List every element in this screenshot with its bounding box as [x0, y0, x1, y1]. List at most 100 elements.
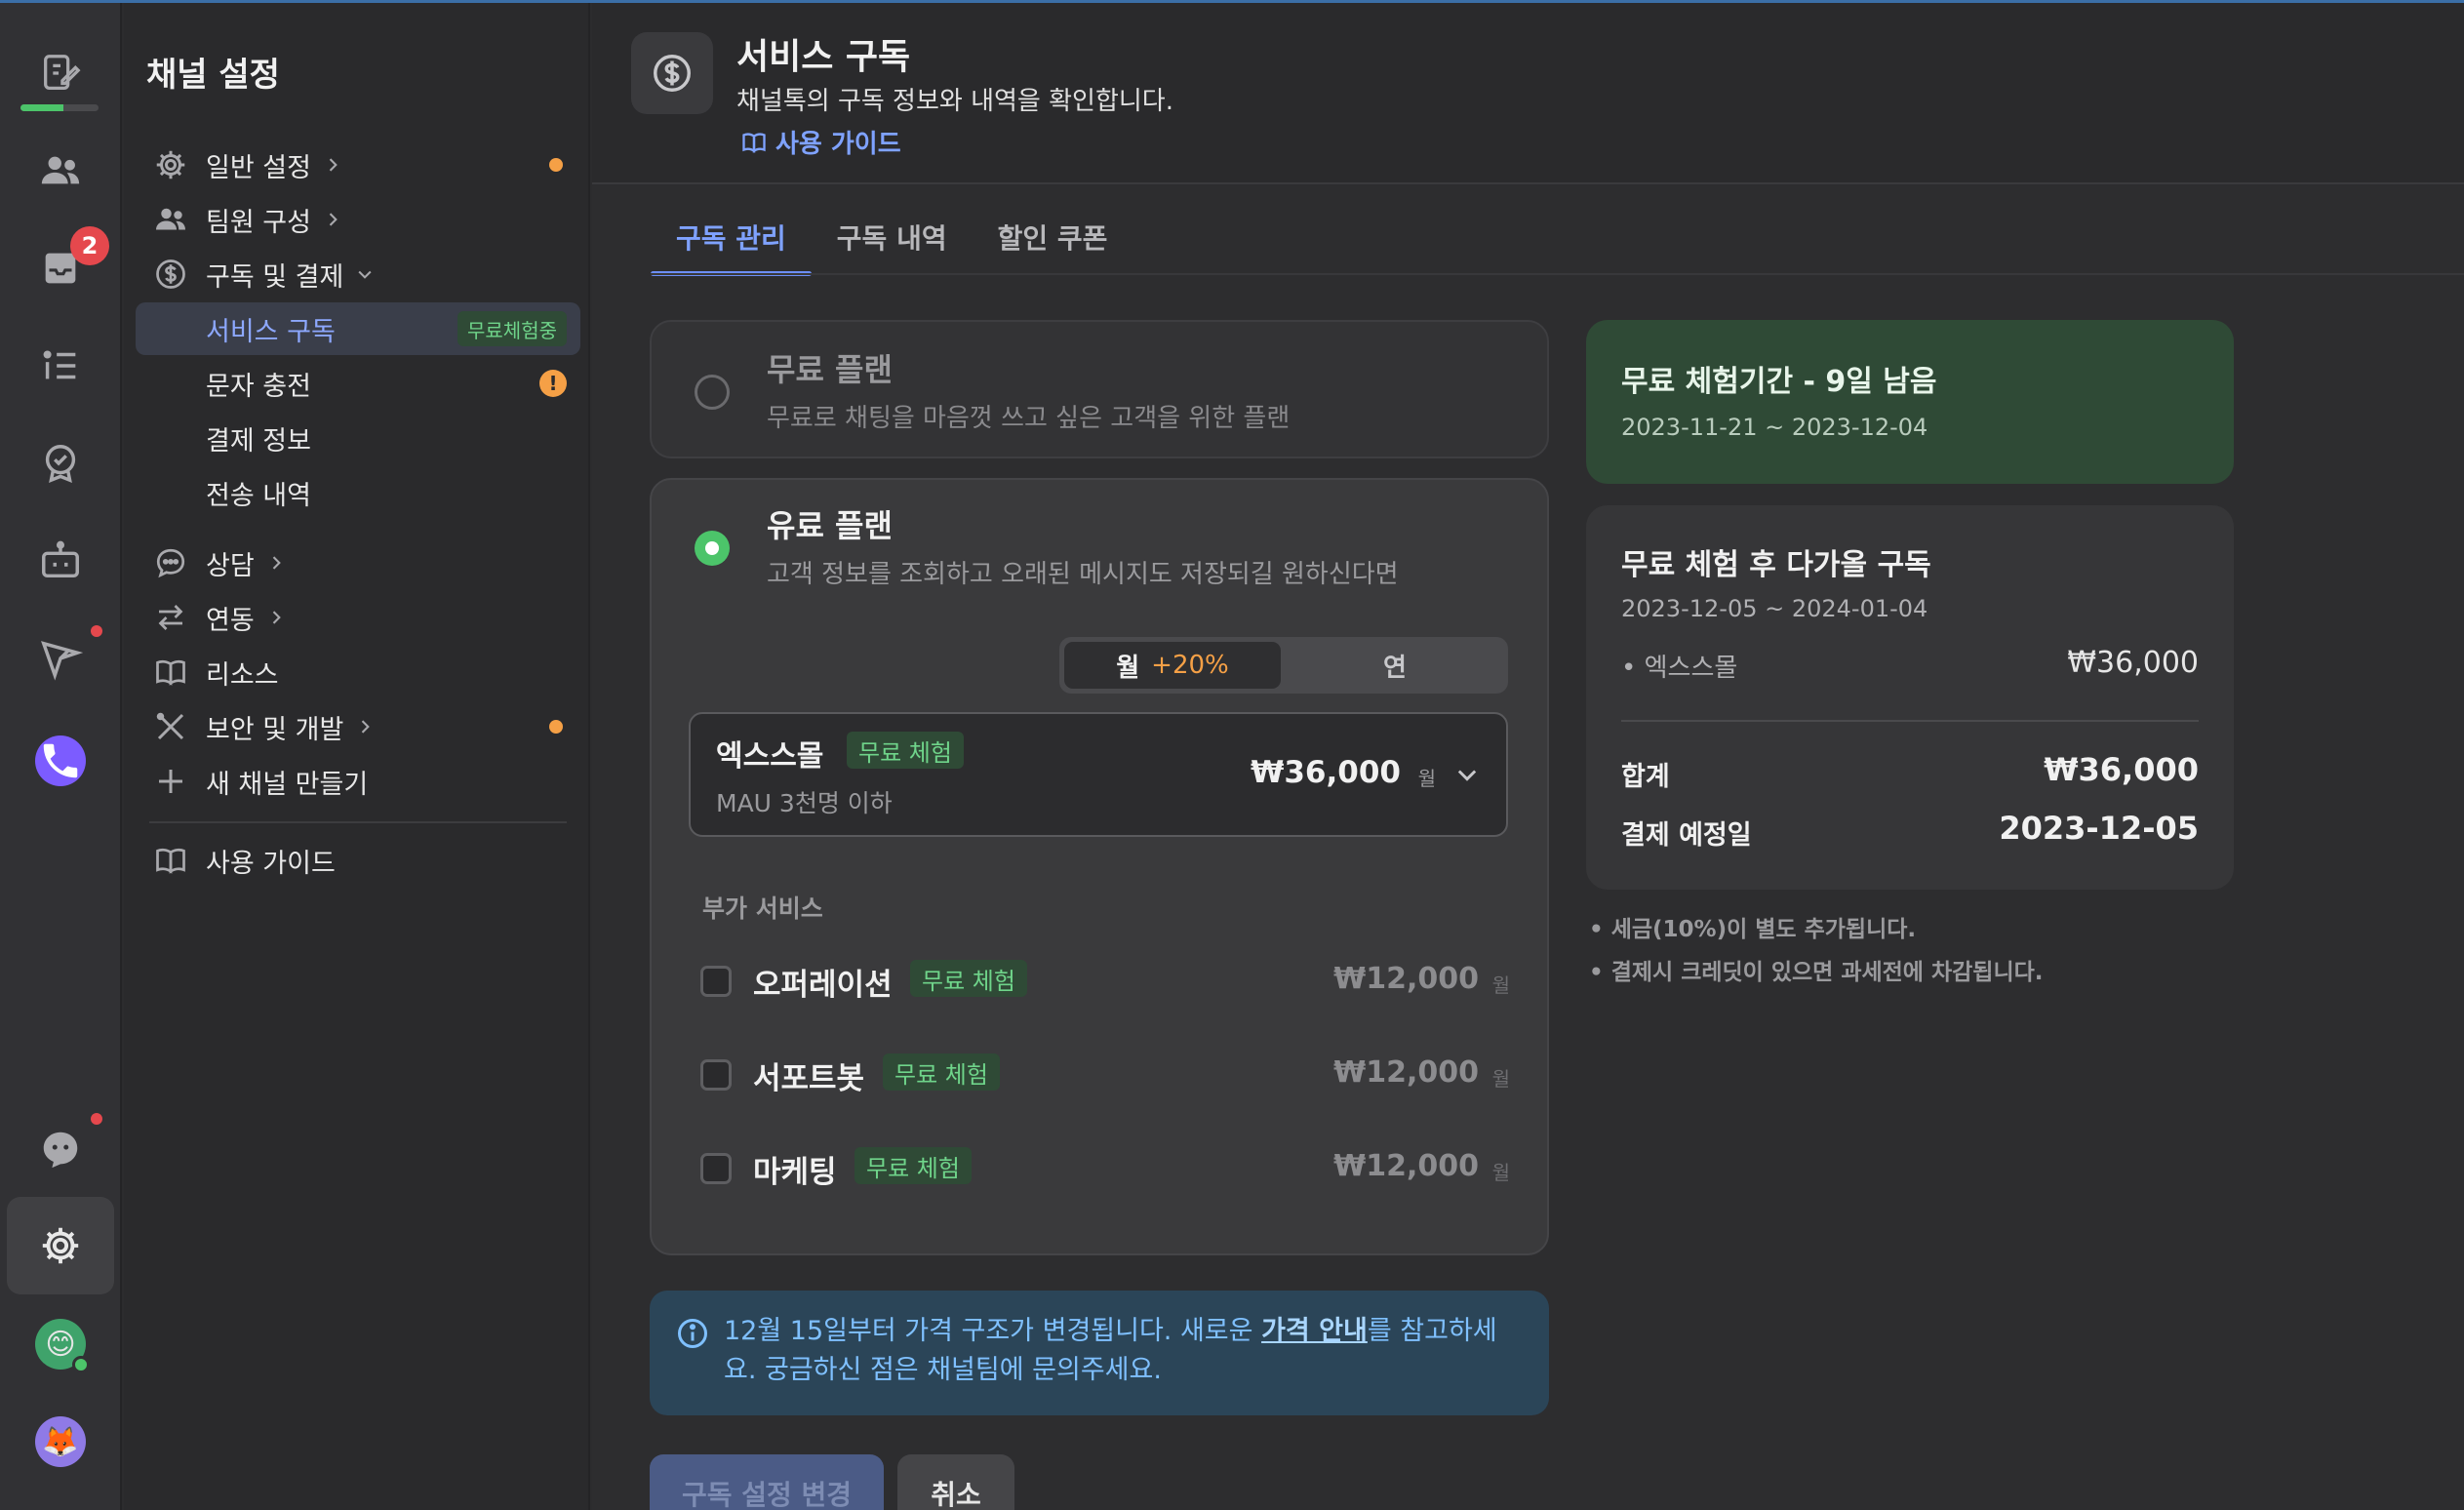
billing-monthly-option[interactable]: 월 +20% — [1064, 642, 1281, 689]
swap-arrows-icon — [143, 600, 198, 635]
addon-price: ₩12,000 — [1333, 1055, 1479, 1090]
addon-name: 서포트봇 — [753, 1061, 865, 1096]
upcoming-subscription-dates: 2023-12-05 ~ 2024-01-04 — [1621, 595, 1928, 622]
chevron-right-icon — [272, 611, 281, 624]
free-plan-radio[interactable] — [695, 375, 730, 410]
chat-bubble-icon — [143, 545, 198, 580]
addon-checkbox[interactable] — [700, 966, 732, 997]
compose-icon — [44, 55, 81, 90]
chevron-right-icon — [329, 158, 338, 172]
sidebar-item-user-guide[interactable]: 사용 가이드 — [136, 834, 580, 887]
bot-button[interactable] — [7, 512, 114, 610]
addon-price: ₩12,000 — [1333, 1149, 1479, 1183]
addon-name: 오퍼레이션 — [753, 968, 893, 1003]
sidebar-item-label: 팀원 구성 — [206, 207, 311, 238]
user-avatar-button[interactable]: 😊 — [7, 1295, 114, 1393]
paid-plan-name: 유료 플랜 — [767, 507, 893, 544]
workspace-avatar: 🦊 — [35, 1416, 86, 1467]
book-icon — [742, 132, 766, 153]
due-date-value: 2023-12-05 — [1999, 810, 2199, 847]
paid-plan-description: 고객 정보를 조회하고 오래된 메시지도 저장되길 원하신다면 — [767, 560, 1399, 589]
paid-plan-radio[interactable] — [695, 531, 730, 566]
sidebar-item-billing[interactable]: 구독 및 결제 — [136, 248, 580, 300]
page-description: 채널톡의 구독 정보와 내역을 확인합니다. — [736, 87, 1173, 116]
notification-dot — [549, 720, 563, 734]
sidebar-item-label: 서비스 구독 — [206, 316, 336, 347]
gear-icon — [143, 147, 198, 182]
plan-size-subtitle: MAU 3천명 이하 — [716, 789, 893, 817]
help-alert-dot — [91, 1113, 102, 1125]
main-content: 서비스 구독 채널톡의 구독 정보와 내역을 확인합니다. 사용 가이드 구독 … — [592, 3, 2464, 1510]
free-trial-badge: 무료 체험 — [847, 732, 964, 769]
page-header: 서비스 구독 채널톡의 구독 정보와 내역을 확인합니다. 사용 가이드 — [592, 3, 2464, 184]
sidebar-item-payment-info[interactable]: 결제 정보 — [136, 412, 580, 464]
chevron-down-icon — [1457, 770, 1477, 781]
sidebar-item-label: 연동 — [206, 605, 255, 636]
billing-cycle-toggle: 월 +20% 연 — [1059, 637, 1508, 694]
sidebar-item-label: 일반 설정 — [206, 152, 311, 183]
inbox-unread-badge: 2 — [70, 226, 109, 265]
free-plan-card[interactable]: 무료 플랜 무료로 채팅을 마음껏 쓰고 싶은 고객을 위한 플랜 — [650, 320, 1549, 458]
workspace-avatar-button[interactable]: 🦊 — [7, 1393, 114, 1490]
dollar-circle-icon — [143, 257, 198, 292]
addon-unit: 월 — [1491, 1067, 1510, 1091]
gear-icon — [42, 1227, 79, 1264]
info-icon — [678, 1319, 707, 1348]
trial-progress-bar — [20, 104, 99, 111]
contacts-button[interactable] — [7, 122, 114, 219]
addons-title: 부가 서비스 — [702, 894, 823, 923]
sidebar-divider — [149, 821, 567, 823]
sidebar-item-new-channel[interactable]: 새 채널 만들기 — [136, 755, 580, 808]
addon-checkbox[interactable] — [700, 1059, 732, 1091]
free-trial-badge: 무료 체험 — [883, 1053, 1000, 1091]
book-icon — [143, 843, 198, 878]
trial-progress-fill — [20, 104, 63, 111]
addon-checkbox[interactable] — [700, 1153, 732, 1184]
phone-icon — [35, 735, 86, 786]
sidebar-item-label: 새 채널 만들기 — [206, 769, 369, 800]
call-button[interactable] — [7, 712, 114, 810]
addon-row-supportbot: 서포트봇 무료 체험 ₩12,000 월 — [700, 1046, 1510, 1100]
trial-status-badge: 무료체험중 — [457, 311, 567, 346]
tab-history[interactable]: 구독 내역 — [812, 198, 973, 276]
upcoming-subscription-title: 무료 체험 후 다가올 구독 — [1621, 548, 1931, 582]
settings-button[interactable] — [7, 1197, 114, 1294]
sidebar-item-send-history[interactable]: 전송 내역 — [136, 466, 580, 519]
addon-price: ₩12,000 — [1333, 962, 1479, 996]
dollar-circle-icon — [631, 32, 713, 114]
plan-size-select[interactable]: 엑스스몰 무료 체험 MAU 3천명 이하 ₩36,000 월 — [689, 712, 1508, 837]
cancel-button[interactable]: 취소 — [897, 1454, 1014, 1510]
plus-icon — [143, 764, 198, 799]
sidebar-item-team[interactable]: 팀원 구성 — [136, 193, 580, 246]
sidebar-item-sms-charge[interactable]: 문자 충전 ! — [136, 357, 580, 410]
ghost-help-icon — [43, 1132, 78, 1169]
sidebar-item-consultation[interactable]: 상담 — [136, 536, 580, 589]
plan-size-unit: 월 — [1417, 767, 1436, 790]
award-check-icon — [45, 445, 76, 484]
billing-yearly-option[interactable]: 연 — [1287, 642, 1503, 689]
badge-button[interactable] — [7, 415, 114, 512]
sidebar-item-integration[interactable]: 연동 — [136, 591, 580, 644]
tab-coupons[interactable]: 할인 쿠폰 — [973, 198, 1133, 276]
paid-plan-card[interactable]: 유료 플랜 고객 정보를 조회하고 오래된 메시지도 저장되길 원하신다면 월 … — [650, 478, 1549, 1255]
sidebar-item-label: 문자 충전 — [206, 371, 311, 402]
tab-manage[interactable]: 구독 관리 — [651, 198, 812, 276]
list-button[interactable] — [7, 317, 114, 415]
credit-note: • 결제시 크레딧이 있으면 과세전에 차감됩니다. — [1589, 960, 2044, 985]
subscription-tabs: 구독 관리 구독 내역 할인 쿠폰 — [651, 198, 1133, 276]
pricing-guide-link[interactable]: 가격 안내 — [1261, 1316, 1368, 1346]
paper-plane-icon — [41, 641, 83, 681]
user-avatar: 😊 — [35, 1319, 90, 1373]
chevron-right-icon — [272, 556, 281, 570]
campaign-button[interactable] — [7, 610, 114, 707]
apply-subscription-button[interactable]: 구독 설정 변경 — [650, 1454, 884, 1510]
sidebar-item-resources[interactable]: 리소스 — [136, 646, 580, 698]
user-guide-link[interactable]: 사용 가이드 — [740, 124, 901, 160]
sidebar-item-label: 구독 및 결제 — [206, 261, 344, 293]
sidebar-item-general[interactable]: 일반 설정 — [136, 139, 580, 191]
sidebar-item-service-subscription[interactable]: 서비스 구독 무료체험중 — [136, 302, 580, 355]
addon-name: 마케팅 — [753, 1155, 837, 1190]
summary-line-item-name: • 엑스스몰 — [1621, 654, 1738, 683]
sidebar-item-security[interactable]: 보안 및 개발 — [136, 700, 580, 753]
sidebar-title: 채널 설정 — [146, 56, 280, 95]
